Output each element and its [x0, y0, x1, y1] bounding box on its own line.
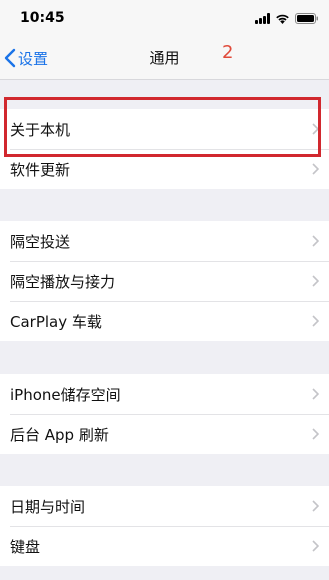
- row-date-time[interactable]: 日期与时间: [0, 486, 329, 526]
- row-airplay-handoff[interactable]: 隔空播放与接力: [0, 261, 329, 301]
- cellular-signal-icon: [255, 13, 270, 24]
- row-software-update[interactable]: 软件更新: [0, 149, 329, 189]
- chevron-right-icon: [312, 275, 319, 287]
- settings-group-3: iPhone储存空间 后台 App 刷新: [0, 374, 329, 454]
- back-label: 设置: [18, 49, 49, 68]
- settings-group-1: 关于本机 软件更新: [0, 109, 329, 189]
- chevron-right-icon: [312, 500, 319, 512]
- row-label: 隔空播放与接力: [10, 272, 116, 291]
- chevron-right-icon: [312, 235, 319, 247]
- page-title: 通用: [149, 49, 180, 67]
- chevron-right-icon: [312, 123, 319, 135]
- chevron-left-icon: [4, 48, 16, 68]
- row-carplay[interactable]: CarPlay 车载: [0, 301, 329, 341]
- wifi-icon: [275, 13, 290, 24]
- status-time: 10:45: [20, 10, 65, 26]
- settings-group-2: 隔空投送 隔空播放与接力 CarPlay 车载: [0, 221, 329, 341]
- status-icons: [255, 12, 319, 24]
- chevron-right-icon: [312, 163, 319, 175]
- chevron-right-icon: [312, 428, 319, 440]
- row-label: iPhone储存空间: [10, 385, 121, 404]
- chevron-right-icon: [312, 315, 319, 327]
- row-background-app-refresh[interactable]: 后台 App 刷新: [0, 414, 329, 454]
- chevron-right-icon: [312, 540, 319, 552]
- row-airdrop[interactable]: 隔空投送: [0, 221, 329, 261]
- row-label: 日期与时间: [10, 497, 86, 516]
- battery-icon: [295, 13, 319, 24]
- row-label: CarPlay 车载: [10, 312, 102, 331]
- row-iphone-storage[interactable]: iPhone储存空间: [0, 374, 329, 414]
- row-about[interactable]: 关于本机: [0, 109, 329, 149]
- row-label: 软件更新: [10, 160, 71, 179]
- row-label: 键盘: [10, 537, 41, 556]
- back-button[interactable]: 设置: [4, 36, 48, 80]
- status-bar: 10:45: [0, 0, 329, 36]
- row-label: 隔空投送: [10, 232, 71, 251]
- row-keyboard[interactable]: 键盘: [0, 526, 329, 566]
- row-label: 关于本机: [10, 120, 71, 139]
- navigation-bar: 通用 设置: [0, 36, 329, 80]
- annotation-step-number: 2: [222, 42, 234, 63]
- row-label: 后台 App 刷新: [10, 425, 109, 444]
- chevron-right-icon: [312, 388, 319, 400]
- settings-group-4: 日期与时间 键盘: [0, 486, 329, 566]
